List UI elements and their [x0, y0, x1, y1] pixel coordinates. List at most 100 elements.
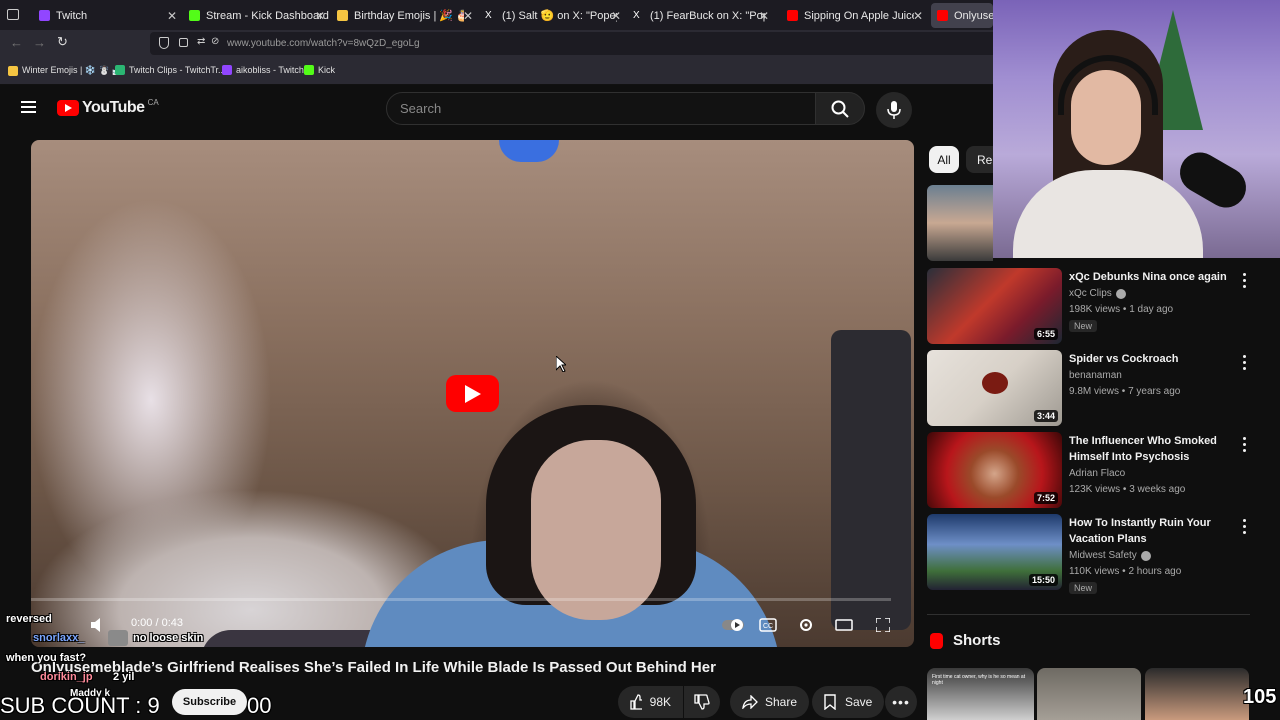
tab-sipping-apple-juice[interactable]: Sipping On Apple Juice 🎵 🎵 ✕	[781, 3, 927, 28]
close-icon[interactable]: ✕	[611, 9, 621, 23]
sub-count-tail: 00	[247, 693, 272, 718]
url-bar[interactable]: ⇄ ⊘ www.youtube.com/watch?v=8wQzD_egoLg	[150, 32, 1000, 55]
short-thumbnail[interactable]	[1145, 668, 1249, 720]
like-button[interactable]: 98K	[618, 686, 683, 718]
subscribe-button[interactable]: Subscribe	[172, 689, 247, 715]
tab-list-icon[interactable]	[7, 9, 19, 20]
close-icon[interactable]: ✕	[167, 9, 177, 23]
video-thumbnail[interactable]: 3:44	[927, 350, 1062, 426]
captions-icon: CC	[759, 618, 777, 632]
save-button[interactable]: Save	[812, 686, 885, 718]
bookmark-twitch-clips[interactable]: Twitch Clips - TwitchTr...	[115, 65, 226, 75]
balloon-image	[499, 140, 559, 162]
chip-all[interactable]: All	[929, 146, 959, 173]
volume-icon	[91, 618, 100, 632]
channel-name-label: Midwest Safety	[1069, 550, 1137, 561]
recommendation-title[interactable]: The Influencer Who Smoked Himself Into P…	[1069, 433, 1239, 465]
theater-mode-button[interactable]	[832, 614, 856, 636]
youtube-logo[interactable]: YouTube CA	[57, 98, 159, 117]
play-button[interactable]	[446, 375, 499, 412]
search-input[interactable]: Search	[386, 92, 816, 125]
tab-fearbuck-x[interactable]: X (1) FearBuck on X: "Popeyes is n ✕	[627, 3, 773, 28]
tab-active-youtube[interactable]: Onlyusemeb	[931, 3, 993, 28]
video-thumbnail[interactable]: 15:50	[927, 514, 1062, 590]
short-thumbnail[interactable]: First time cat owner, why is he so mean …	[927, 668, 1034, 720]
channel-name[interactable]: Midwest Safety	[1069, 550, 1151, 561]
close-icon[interactable]: ✕	[315, 9, 325, 23]
autoplay-toggle[interactable]	[721, 614, 745, 636]
video-player[interactable]: 0:00 / 0:43 CC	[31, 140, 914, 647]
permissions-icon[interactable]: ⇄	[197, 36, 205, 47]
shorts-title: Shorts	[953, 632, 1001, 649]
back-icon[interactable]: ←	[10, 35, 23, 50]
tab-salt-x[interactable]: X (1) Salt 🫡 on X: "Popeyes has c ✕	[479, 3, 625, 28]
tab-label: Stream - Kick Dashboard	[206, 9, 329, 22]
recommendation-item[interactable]: 15:50 How To Instantly Ruin Your Vacatio…	[927, 514, 1267, 594]
volume-button[interactable]	[86, 614, 110, 636]
gear-icon	[800, 619, 812, 631]
lock-icon[interactable]	[179, 38, 188, 47]
channel-name[interactable]: xQc Clips	[1069, 288, 1126, 299]
recommendation-title[interactable]: xQc Debunks Nina once again	[1069, 269, 1239, 285]
recommendation-item[interactable]: 3:44 Spider vs Cockroach benanaman 9.8M …	[927, 350, 1267, 426]
share-icon	[742, 695, 758, 709]
video-meta: 110K views • 2 hours ago	[1069, 566, 1182, 577]
recommendation-title[interactable]: Spider vs Cockroach	[1069, 351, 1239, 367]
share-button[interactable]: Share	[730, 686, 810, 718]
sub-count-label: SUB COUNT : 9	[0, 693, 160, 718]
chat-message: when you fast?	[6, 652, 87, 664]
hamburger-menu-icon[interactable]	[21, 101, 36, 113]
video-thumbnail[interactable]: 6:55	[927, 268, 1062, 344]
close-icon[interactable]: ✕	[759, 9, 769, 23]
duration-badge: 7:52	[1033, 492, 1058, 504]
more-actions-button[interactable]: •••	[885, 686, 917, 718]
mic-muted-icon[interactable]: ⊘	[211, 36, 219, 47]
more-vertical-icon[interactable]	[1239, 435, 1249, 453]
tab-twitch[interactable]: Twitch ✕	[33, 3, 181, 28]
tab-birthday-emojis[interactable]: Birthday Emojis | 🎉 🎂 ✨ 🎁 🎈 🍰 ✕	[331, 3, 477, 28]
new-badge: New	[1069, 320, 1098, 332]
bookmark-kick[interactable]: Kick	[304, 65, 335, 75]
close-icon[interactable]: ✕	[463, 9, 473, 23]
kick-icon	[304, 65, 314, 75]
fullscreen-button[interactable]	[871, 614, 895, 636]
chat-username: snorlaxx_	[33, 632, 85, 644]
chat-emote	[108, 630, 128, 646]
bookmark-aikobliss[interactable]: aikobliss - Twitch	[222, 65, 304, 75]
voice-search-button[interactable]	[876, 92, 912, 128]
chip-all-label: All	[937, 152, 951, 167]
tab-kick-dashboard[interactable]: Stream - Kick Dashboard ✕	[183, 3, 329, 28]
recommendation-title[interactable]: How To Instantly Ruin Your Vacation Plan…	[1069, 515, 1239, 547]
more-vertical-icon[interactable]	[1239, 517, 1249, 535]
reload-icon[interactable]: ↻	[57, 34, 68, 50]
channel-name[interactable]: Adrian Flaco	[1069, 468, 1125, 479]
recommendation-item[interactable]: 6:55 xQc Debunks Nina once again xQc Cli…	[927, 268, 1267, 344]
channel-name[interactable]: benanaman	[1069, 370, 1122, 381]
x-logo-icon: X	[485, 10, 492, 21]
bookmark-icon	[824, 694, 836, 710]
play-icon	[464, 384, 481, 403]
captions-button[interactable]: CC	[756, 614, 780, 636]
more-vertical-icon[interactable]	[1239, 271, 1249, 289]
streamer-shirt	[1013, 170, 1203, 258]
short-thumbnail[interactable]	[1037, 668, 1141, 720]
progress-bar[interactable]	[31, 598, 891, 601]
partial-recommendation-thumbnail[interactable]	[927, 185, 993, 261]
bookmark-winter-emojis[interactable]: Winter Emojis | ❄️ ☃️ 🎿	[8, 65, 123, 76]
duration-badge: 6:55	[1033, 328, 1058, 340]
more-vertical-icon[interactable]	[1239, 353, 1249, 371]
shorts-header: Shorts	[930, 632, 1001, 649]
svg-text:CC: CC	[763, 623, 773, 630]
shield-icon[interactable]	[159, 37, 169, 49]
streamer-webcam	[993, 0, 1280, 258]
video-meta: 198K views • 1 day ago	[1069, 304, 1174, 315]
tab-label: (1) Salt 🫡 on X: "Popeyes has c	[502, 10, 617, 22]
video-thumbnail[interactable]: 7:52	[927, 432, 1062, 508]
close-icon[interactable]: ✕	[913, 9, 923, 23]
corner-number: 105	[1243, 686, 1277, 708]
settings-button[interactable]	[794, 614, 818, 636]
forward-icon[interactable]: →	[33, 35, 46, 50]
dislike-button[interactable]	[684, 686, 720, 718]
search-button[interactable]	[815, 92, 865, 125]
recommendation-item[interactable]: 7:52 The Influencer Who Smoked Himself I…	[927, 432, 1267, 508]
